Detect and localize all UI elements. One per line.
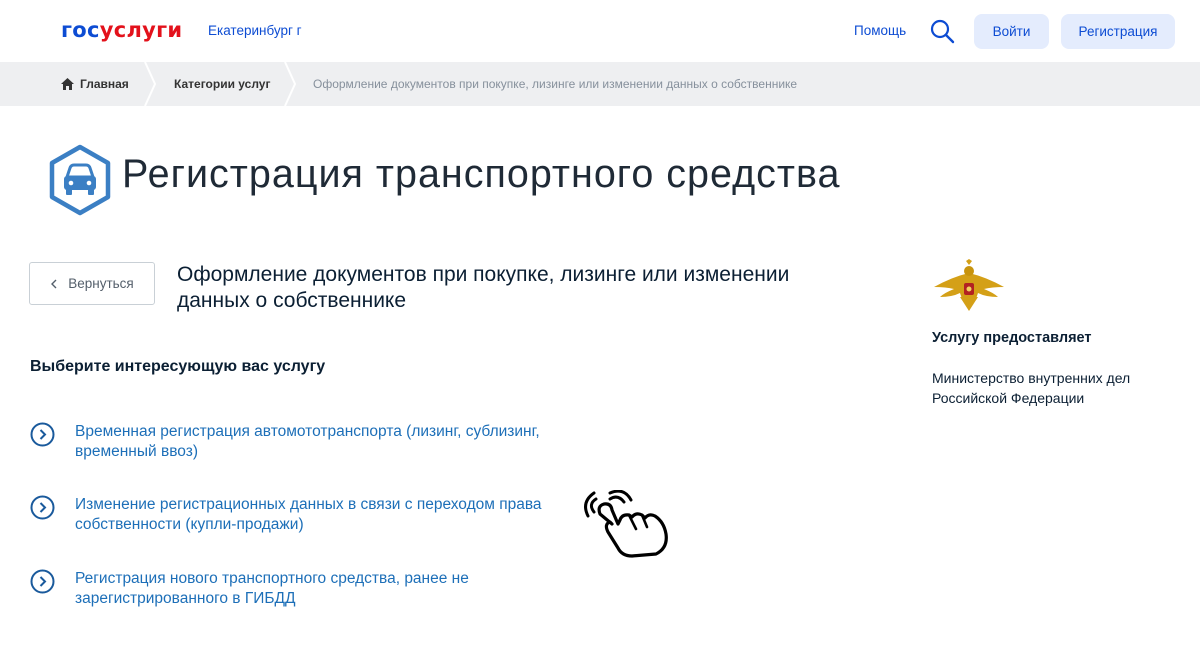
car-icon	[49, 144, 111, 216]
chevron-right-circle-icon	[30, 495, 55, 520]
logo-part-gos: гос	[61, 18, 100, 42]
service-option[interactable]: Временная регистрация автомототранспорта…	[30, 422, 610, 464]
register-button[interactable]: Регистрация	[1061, 14, 1175, 49]
breadcrumb-separator-icon	[144, 62, 157, 106]
service-option-label[interactable]: Регистрация нового транспортного средств…	[75, 569, 610, 609]
gosuslugi-logo[interactable]: госуслуги	[61, 17, 182, 43]
login-button[interactable]: Войти	[974, 14, 1049, 49]
back-button-label: Вернуться	[68, 276, 134, 291]
page-title: Регистрация транспортного средства	[122, 152, 841, 196]
chevron-right-circle-icon	[30, 422, 55, 447]
mvd-eagle-emblem-icon	[934, 259, 1004, 311]
logo-part-uslugi: услуги	[99, 18, 183, 42]
provider-name: Министерство внутренних дел Российской Ф…	[932, 370, 1131, 406]
chevron-right-circle-icon	[30, 569, 55, 594]
breadcrumb-home-label: Главная	[80, 77, 129, 91]
breadcrumb-home[interactable]: Главная	[61, 77, 129, 91]
site-header: госуслуги Екатеринбург г Помощь Войти Ре…	[0, 0, 1200, 62]
breadcrumb-categories[interactable]: Категории услуг	[174, 77, 270, 91]
breadcrumb-current: Оформление документов при покупке, лизин…	[313, 77, 798, 91]
back-button[interactable]: Вернуться	[29, 262, 155, 305]
breadcrumb-separator-icon	[284, 62, 297, 106]
service-option[interactable]: Регистрация нового транспортного средств…	[30, 569, 610, 611]
help-link[interactable]: Помощь	[854, 23, 906, 38]
home-icon	[61, 78, 74, 90]
service-option-label[interactable]: Изменение регистрационных данных в связи…	[75, 495, 610, 535]
choose-service-heading: Выберите интересующую вас услугу	[30, 358, 326, 375]
breadcrumb: Главная Категории услуг Оформление докум…	[0, 62, 1200, 106]
hand-pointer-icon	[584, 490, 668, 558]
search-icon[interactable]	[929, 18, 955, 44]
city-selector[interactable]: Екатеринбург г	[208, 23, 302, 38]
service-subtitle: Оформление документов при покупке, лизин…	[177, 263, 790, 312]
service-option[interactable]: Изменение регистрационных данных в связи…	[30, 495, 610, 537]
service-option-label[interactable]: Временная регистрация автомототранспорта…	[75, 422, 610, 462]
chevron-left-icon	[51, 279, 57, 288]
provider-label: Услугу предоставляет	[932, 330, 1092, 346]
